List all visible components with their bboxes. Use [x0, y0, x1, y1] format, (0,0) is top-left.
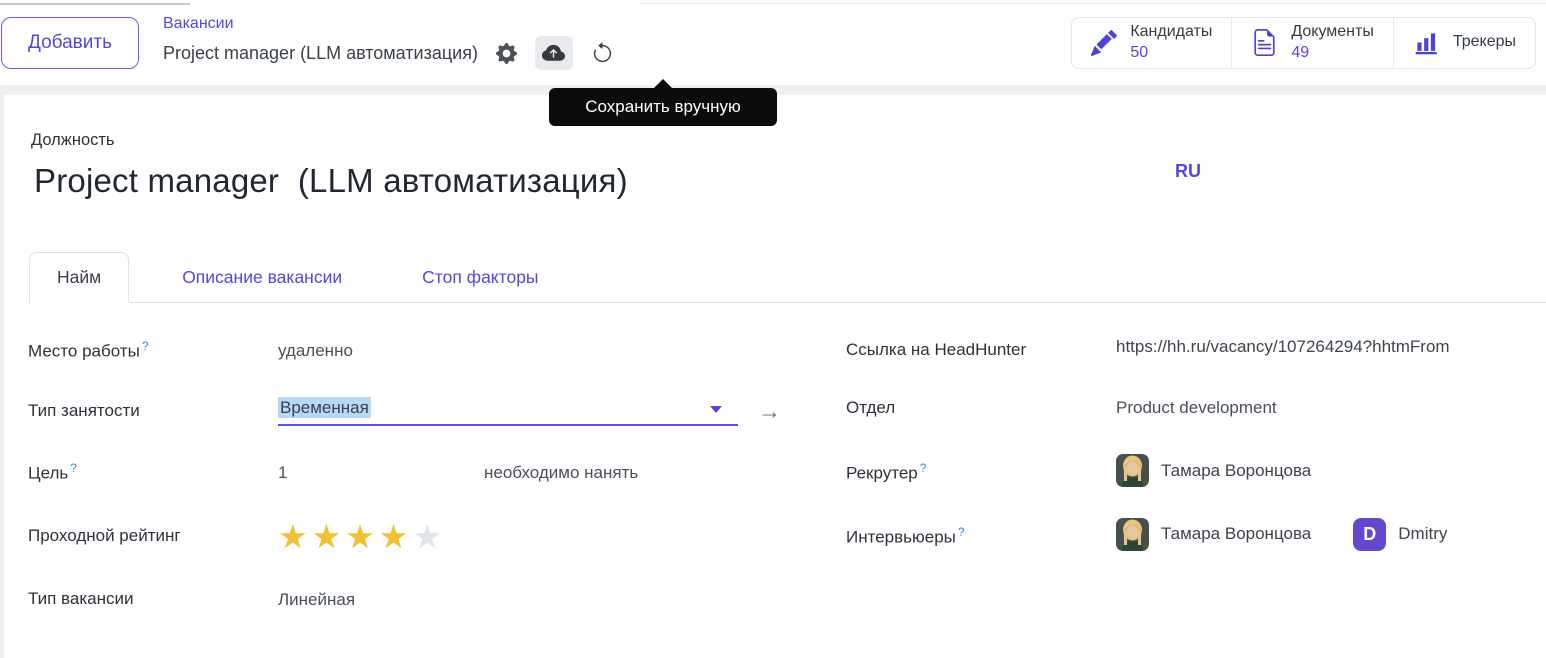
- field-workplace: Место работы? удаленно: [28, 333, 846, 368]
- gear-icon: [495, 42, 517, 64]
- field-hh-link: Ссылка на HeadHunter https://hh.ru/vacan…: [846, 333, 1546, 368]
- stat-label: Кандидаты: [1130, 22, 1213, 40]
- tab-stop-factors[interactable]: Стоп факторы: [395, 253, 565, 302]
- breadcrumb-parent-link[interactable]: Вакансии: [163, 15, 616, 33]
- star-icon[interactable]: ★: [379, 518, 413, 555]
- employment-type-selected-text: Временная: [278, 396, 371, 418]
- pencil-icon: [1091, 29, 1118, 56]
- interviewer-chip[interactable]: Тамара Воронцова: [1116, 517, 1312, 551]
- field-department: Отдел Product development: [846, 390, 1546, 425]
- interviewer-chip[interactable]: D Dmitry: [1353, 517, 1448, 551]
- undo-icon: [591, 41, 614, 65]
- vacancy-type-label: Тип вакансии: [28, 589, 134, 609]
- document-icon: [1251, 29, 1278, 56]
- interviewer-name: Тамара Воронцова: [1161, 524, 1312, 544]
- department-value[interactable]: Product development: [1116, 398, 1546, 418]
- help-question-icon[interactable]: ?: [920, 461, 927, 475]
- stat-label: Документы: [1291, 22, 1374, 40]
- fields-left-column: Место работы? удаленно Тип занятости Вре…: [28, 333, 846, 643]
- stat-button-trackers[interactable]: Трекеры: [1394, 18, 1535, 68]
- help-question-icon[interactable]: ?: [70, 461, 77, 475]
- target-label: Цель: [28, 463, 69, 483]
- internal-link-arrow-icon[interactable]: →: [758, 400, 781, 423]
- settings-button[interactable]: [494, 41, 519, 66]
- language-link[interactable]: RU: [1175, 161, 1201, 182]
- field-vacancy-type: Тип вакансии Линейная: [28, 582, 846, 617]
- stat-count: 49: [1291, 43, 1310, 61]
- field-employment-type: Тип занятости Временная →: [28, 394, 846, 429]
- help-question-icon[interactable]: ?: [958, 525, 965, 539]
- field-recruiter: Рекрутер? Тамара Воронцова: [846, 452, 1546, 490]
- field-passing-rating: Проходной рейтинг ★★★★★: [28, 516, 846, 556]
- star-icon[interactable]: ★: [278, 518, 312, 555]
- interviewers-label: Интервьюеры: [846, 527, 956, 547]
- star-icon[interactable]: ★: [312, 518, 346, 555]
- bar-chart-icon: [1413, 29, 1440, 56]
- save-tooltip: Сохранить вручную: [549, 79, 777, 126]
- breadcrumb: Вакансии Project manager (LLM автоматиза…: [163, 15, 616, 70]
- passing-rating-label: Проходной рейтинг: [28, 525, 181, 545]
- vacancy-type-value[interactable]: Линейная: [278, 590, 846, 610]
- breadcrumb-current: Project manager (LLM автоматизация): [163, 42, 478, 63]
- position-field-label: Должность: [31, 131, 115, 149]
- tab-job-description[interactable]: Описание вакансии: [155, 253, 369, 302]
- star-icon[interactable]: ★: [345, 518, 379, 555]
- stat-button-candidates[interactable]: Кандидаты 50: [1072, 17, 1233, 68]
- fields-right-column: Ссылка на HeadHunter https://hh.ru/vacan…: [846, 333, 1546, 643]
- recruiter-avatar: [1116, 454, 1149, 488]
- hh-link-value[interactable]: https://hh.ru/vacancy/107264294?hhtmFrom: [1116, 337, 1546, 357]
- recruiter-name: Тамара Воронцова: [1161, 460, 1312, 480]
- interviewer-initial-avatar: D: [1353, 517, 1387, 551]
- page-title[interactable]: Project manager (LLM автоматизация): [34, 162, 1546, 200]
- save-manually-button[interactable]: [534, 36, 573, 70]
- stat-count: 50: [1130, 43, 1149, 61]
- recruiter-label: Рекрутер: [846, 463, 918, 483]
- form-sheet: Должность Project manager (LLM автоматиз…: [4, 95, 1546, 658]
- tab-content: Место работы? удаленно Тип занятости Вре…: [28, 333, 1546, 643]
- workplace-label: Место работы: [28, 341, 140, 361]
- employment-type-input[interactable]: Временная: [278, 396, 738, 426]
- control-panel: Добавить Вакансии Project manager (LLM а…: [0, 0, 1546, 85]
- target-suffix: необходимо нанять: [484, 462, 639, 482]
- stat-button-documents[interactable]: Документы 49: [1232, 17, 1394, 68]
- recruiter-chip[interactable]: Тамара Воронцова: [1116, 454, 1546, 488]
- cloud-upload-icon: [542, 42, 566, 65]
- department-label: Отдел: [846, 398, 896, 417]
- interviewer-name: Dmitry: [1398, 524, 1448, 544]
- target-value[interactable]: 1: [278, 463, 484, 483]
- chevron-down-icon[interactable]: [710, 405, 722, 413]
- star-icon[interactable]: ★: [412, 518, 446, 555]
- tab-hiring[interactable]: Найм: [29, 252, 130, 303]
- field-target: Цель? 1 необходимо нанять: [28, 455, 846, 490]
- tab-bar: Найм Описание вакансии Стоп факторы: [28, 252, 1546, 303]
- employment-type-label: Тип занятости: [28, 401, 140, 421]
- hh-link-label: Ссылка на HeadHunter: [846, 340, 1027, 359]
- top-divider-right: [640, 3, 1546, 4]
- field-interviewers: Интервьюеры? Тамара Воронцова D Dmitry: [846, 516, 1546, 554]
- add-button[interactable]: Добавить: [1, 16, 139, 69]
- star-rating-widget[interactable]: ★★★★★: [278, 520, 846, 553]
- stat-button-group: Кандидаты 50 Документы 49 Трекеры: [1071, 16, 1536, 69]
- interviewer-avatar: [1116, 517, 1149, 551]
- top-divider-left: [0, 3, 190, 5]
- stat-label: Трекеры: [1452, 33, 1516, 51]
- workplace-value[interactable]: удаленно: [278, 341, 846, 361]
- discard-changes-button[interactable]: [589, 40, 616, 67]
- help-question-icon[interactable]: ?: [142, 339, 149, 353]
